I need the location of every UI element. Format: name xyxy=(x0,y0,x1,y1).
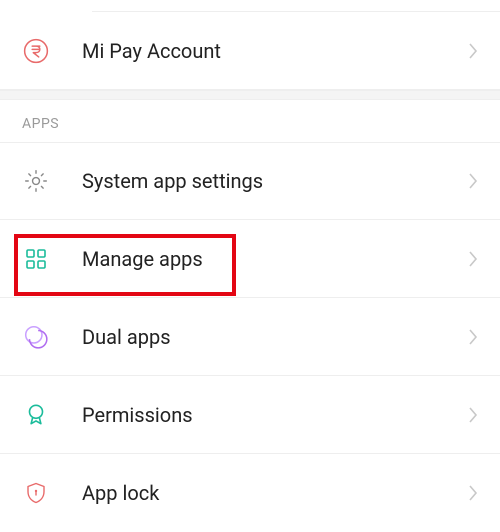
apps-grid-icon xyxy=(22,245,50,273)
row-system-app-settings[interactable]: System app settings xyxy=(0,142,500,220)
chevron-right-icon xyxy=(468,42,478,60)
shield-lock-icon xyxy=(22,479,50,507)
row-label: App lock xyxy=(82,481,468,505)
dual-circles-icon xyxy=(22,323,50,351)
chevron-right-icon xyxy=(468,484,478,502)
chevron-right-icon xyxy=(468,172,478,190)
row-mi-pay-account[interactable]: Mi Pay Account xyxy=(0,12,500,90)
divider xyxy=(92,0,500,12)
chevron-right-icon xyxy=(468,328,478,346)
row-label: Mi Pay Account xyxy=(82,39,468,63)
section-header-apps: APPS xyxy=(0,100,500,142)
rupee-circle-icon xyxy=(22,37,50,65)
badge-icon xyxy=(22,401,50,429)
settings-list: Mi Pay Account APPS System app settings xyxy=(0,0,500,532)
chevron-right-icon xyxy=(468,406,478,424)
row-label: Permissions xyxy=(82,403,468,427)
section-gap xyxy=(0,90,500,100)
row-label: Dual apps xyxy=(82,325,468,349)
row-dual-apps[interactable]: Dual apps xyxy=(0,298,500,376)
row-app-lock[interactable]: App lock xyxy=(0,454,500,532)
chevron-right-icon xyxy=(468,250,478,268)
row-manage-apps[interactable]: Manage apps xyxy=(0,220,500,298)
gear-icon xyxy=(22,167,50,195)
row-label: System app settings xyxy=(82,169,468,193)
row-permissions[interactable]: Permissions xyxy=(0,376,500,454)
row-label: Manage apps xyxy=(82,247,468,271)
